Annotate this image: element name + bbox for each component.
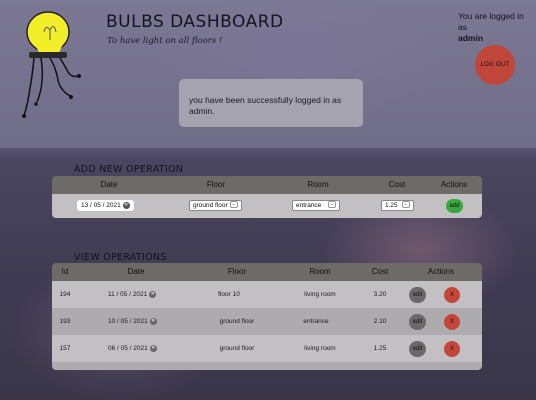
row-room: entrance bbox=[303, 318, 329, 325]
row-room: living room bbox=[304, 291, 336, 298]
row-floor: ground floor bbox=[219, 318, 255, 325]
row-floor: ground floor bbox=[219, 345, 255, 352]
username: admin bbox=[458, 33, 484, 43]
row-id: 194 bbox=[59, 291, 71, 298]
room-select-value: entrance bbox=[296, 202, 322, 210]
row-cost: 3.20 bbox=[373, 291, 387, 298]
col-date: Date bbox=[100, 180, 118, 189]
operations-table-header: Id Date Floor Room Cost Actions bbox=[52, 263, 482, 281]
date-input[interactable]: 13 / 05 / 2021 ✕ bbox=[77, 200, 134, 211]
chevron-down-icon: ⌄ bbox=[401, 201, 410, 208]
row-cost: 1.25 bbox=[373, 345, 387, 352]
date-input-value: 13 / 05 / 2021 bbox=[81, 202, 121, 210]
login-alert: you have been successfully logged in as … bbox=[179, 79, 363, 127]
add-operation-table: Date Floor Room Cost Actions 13 / 05 / 2… bbox=[52, 176, 482, 218]
edit-button[interactable]: edit bbox=[409, 314, 426, 330]
operations-table: Id Date Floor Room Cost Actions 194 11 /… bbox=[52, 263, 482, 370]
cost-select-value: 1.25 bbox=[385, 202, 398, 210]
row-date-value: 06 / 05 / 2021 bbox=[108, 345, 148, 353]
col-actions: Actions bbox=[427, 267, 455, 276]
table-footer bbox=[52, 362, 482, 370]
page-subtitle: To have light on all floors ! bbox=[107, 36, 223, 46]
delete-button[interactable]: X bbox=[444, 341, 460, 357]
col-cost: Cost bbox=[371, 267, 389, 276]
user-info: You are logged in as admin bbox=[458, 11, 528, 44]
clear-date-icon[interactable]: ✕ bbox=[122, 202, 130, 209]
row-id: 157 bbox=[59, 345, 71, 352]
col-cost: Cost bbox=[388, 180, 406, 189]
table-row: 157 06 / 05 / 2021 ✕ ground floor living … bbox=[52, 335, 482, 362]
col-id: Id bbox=[61, 267, 69, 276]
room-select[interactable]: entrance ⌄ bbox=[292, 200, 341, 211]
floor-select[interactable]: ground floor ⌄ bbox=[189, 200, 242, 211]
delete-button[interactable]: X bbox=[444, 314, 460, 330]
chevron-down-icon: ⌄ bbox=[229, 201, 238, 208]
view-section-title: VIEW OPERATIONS bbox=[74, 252, 167, 263]
row-date-value: 10 / 05 / 2021 bbox=[108, 318, 148, 326]
table-row: 193 10 / 05 / 2021 ✕ ground floor entranc… bbox=[52, 308, 482, 335]
table-row: 194 11 / 05 / 2021 ✕ floor 10 living room… bbox=[52, 281, 482, 308]
chevron-down-icon: ⌄ bbox=[328, 201, 337, 208]
row-floor: floor 10 bbox=[218, 291, 240, 298]
delete-button[interactable]: X bbox=[444, 287, 460, 303]
user-info-prefix: You are logged in as bbox=[458, 11, 524, 32]
bulb-logo-icon bbox=[22, 11, 81, 118]
cost-select[interactable]: 1.25 ⌄ bbox=[381, 200, 414, 211]
col-floor: Floor bbox=[206, 180, 226, 189]
row-date: 06 / 05 / 2021 ✕ bbox=[108, 345, 157, 352]
row-date: 10 / 05 / 2021 ✕ bbox=[108, 318, 157, 325]
col-date: Date bbox=[127, 267, 145, 276]
row-id: 193 bbox=[59, 318, 71, 325]
floor-select-value: ground floor bbox=[193, 202, 228, 210]
row-date: 11 / 05 / 2021 ✕ bbox=[108, 291, 157, 299]
clear-date-icon[interactable]: ✕ bbox=[149, 318, 157, 325]
col-room: Room bbox=[309, 267, 331, 276]
row-date-value: 11 / 05 / 2021 bbox=[108, 291, 148, 299]
edit-button[interactable]: edit bbox=[409, 341, 426, 357]
add-button[interactable]: add bbox=[446, 199, 463, 213]
add-table-row: 13 / 05 / 2021 ✕ ground floor ⌄ entrance ⌄ … bbox=[52, 194, 482, 218]
clear-date-icon[interactable]: ✕ bbox=[149, 291, 157, 298]
page-title: BULBS DASHBOARD bbox=[106, 12, 284, 32]
col-room: Room bbox=[307, 180, 329, 189]
col-actions: Actions bbox=[440, 180, 468, 189]
row-room: living room bbox=[304, 345, 336, 352]
col-floor: Floor bbox=[227, 267, 247, 276]
edit-button[interactable]: edit bbox=[409, 287, 426, 303]
clear-date-icon[interactable]: ✕ bbox=[149, 345, 157, 352]
add-section-title: ADD NEW OPERATION bbox=[74, 164, 184, 175]
add-table-header: Date Floor Room Cost Actions bbox=[52, 176, 482, 194]
logout-button[interactable]: LOG OUT bbox=[475, 45, 515, 85]
row-cost: 2.10 bbox=[373, 318, 387, 325]
